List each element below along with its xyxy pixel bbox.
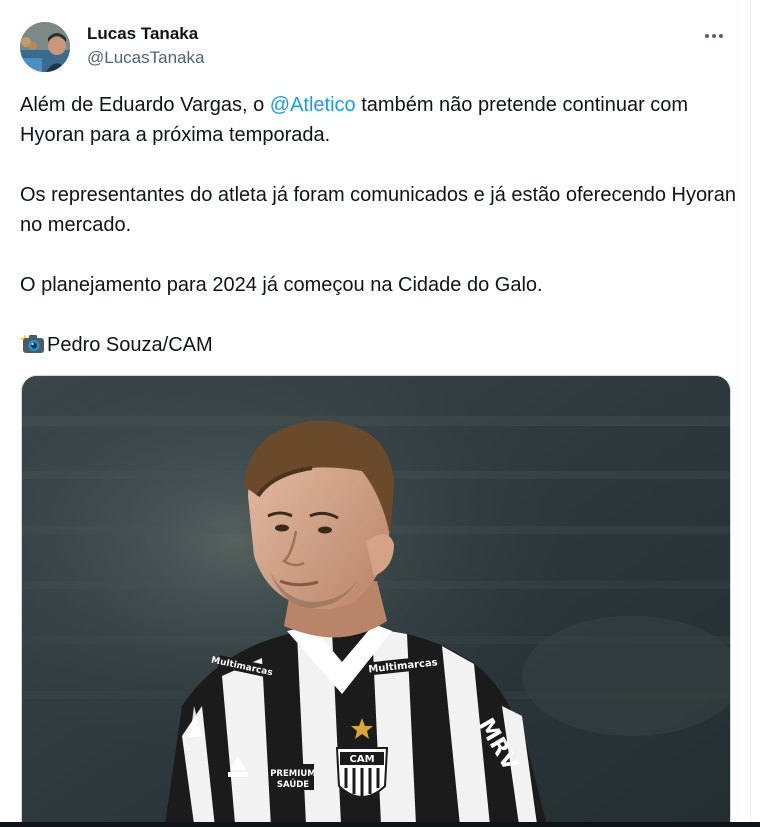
photo-credit-text: Pedro Souza/CAM [47, 334, 213, 356]
tweet-text: Além de Eduardo Vargas, o @Atletico tamb… [20, 90, 738, 393]
tweet-paragraph: Os representantes do atleta já foram com… [20, 184, 736, 236]
tweet-paragraph: Além de Eduardo Vargas, o @Atletico tamb… [20, 90, 738, 150]
tweet-paragraph: O planejamento para 2024 já começou na C… [20, 274, 543, 296]
player-photo: Multimarcas Multimarcas PREMIUM SAÚDE CA… [22, 376, 730, 822]
more-icon-dot [712, 34, 716, 38]
more-icon-dot [719, 34, 723, 38]
author-display-name[interactable]: Lucas Tanaka [87, 23, 204, 45]
tweet-text-segment: Além de Eduardo Vargas, o [20, 94, 270, 116]
tweet-header: Lucas Tanaka @LucasTanaka [20, 20, 730, 72]
more-options-button[interactable] [702, 26, 726, 46]
photo-credit: Pedro Souza/CAM [20, 330, 738, 363]
tweet-card: Lucas Tanaka @LucasTanaka Além de Eduard… [0, 0, 751, 822]
badge-text: CAM [349, 754, 374, 765]
author-info: Lucas Tanaka @LucasTanaka [87, 23, 204, 69]
more-icon [705, 34, 709, 38]
premium-text-1: PREMIUM [270, 769, 316, 779]
avatar-photo [20, 22, 70, 72]
camera-flash-icon [20, 332, 46, 363]
mention-link[interactable]: @Atletico [270, 94, 356, 116]
author-avatar[interactable] [20, 22, 70, 72]
premium-text-2: SAÚDE [277, 778, 309, 790]
author-handle[interactable]: @LucasTanaka [87, 47, 204, 69]
jersey-premium-logo: PREMIUM SAÚDE [270, 764, 316, 790]
tweet-media-photo[interactable]: Multimarcas Multimarcas PREMIUM SAÚDE CA… [21, 375, 731, 822]
bottom-edge-bar [0, 822, 760, 827]
